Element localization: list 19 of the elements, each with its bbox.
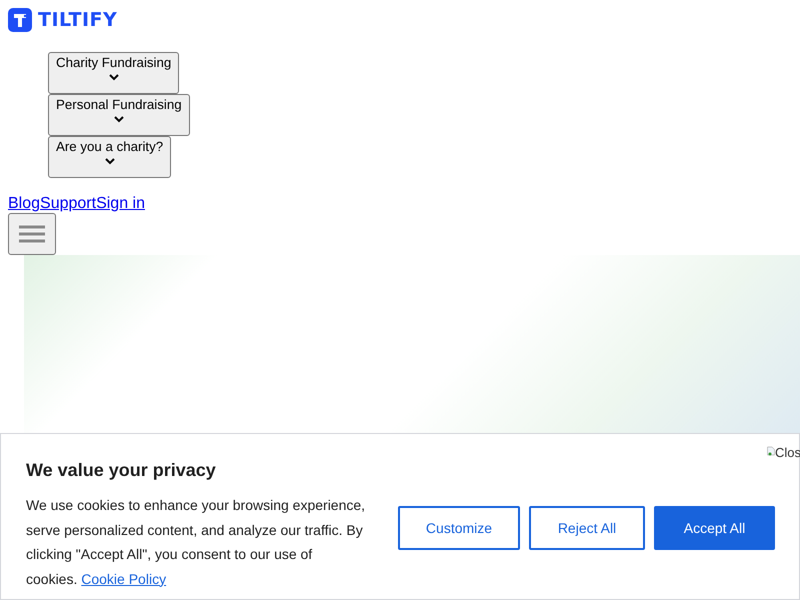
banner-button[interactable]: Customize [398, 506, 520, 550]
banner-title: We value your privacy [26, 460, 217, 481]
cookie-policy-link[interactable]: Cookie Policy [81, 570, 166, 586]
nav-link[interactable]: Sign in [96, 195, 145, 213]
banner-button[interactable]: Reject All [529, 506, 645, 550]
menu-button[interactable] [8, 213, 56, 255]
accept-button[interactable]: Accept All [654, 506, 775, 550]
chevron-down-icon [104, 157, 116, 165]
nav-menu-button[interactable]: Are you a charity? [48, 136, 172, 178]
nav-menu-button[interactable]: Charity Fundraising [48, 52, 180, 94]
logo-text[interactable]: TILTIFY [38, 9, 118, 31]
menu-icon [18, 224, 46, 244]
chevron-down-icon [112, 115, 125, 123]
nav-menu-button[interactable]: Personal Fundraising [48, 94, 190, 136]
nav-link[interactable]: Blog [8, 195, 40, 213]
logo-icon [8, 8, 32, 32]
chevron-down-icon [108, 73, 120, 81]
nav-link[interactable]: Support [40, 195, 96, 213]
banner-text: We use cookies to enhance your browsing experience, serve personalized content, and analyze our traffic. By clicking "Accept All", you consent to our use of cookies. Cookie Policy [26, 496, 366, 589]
